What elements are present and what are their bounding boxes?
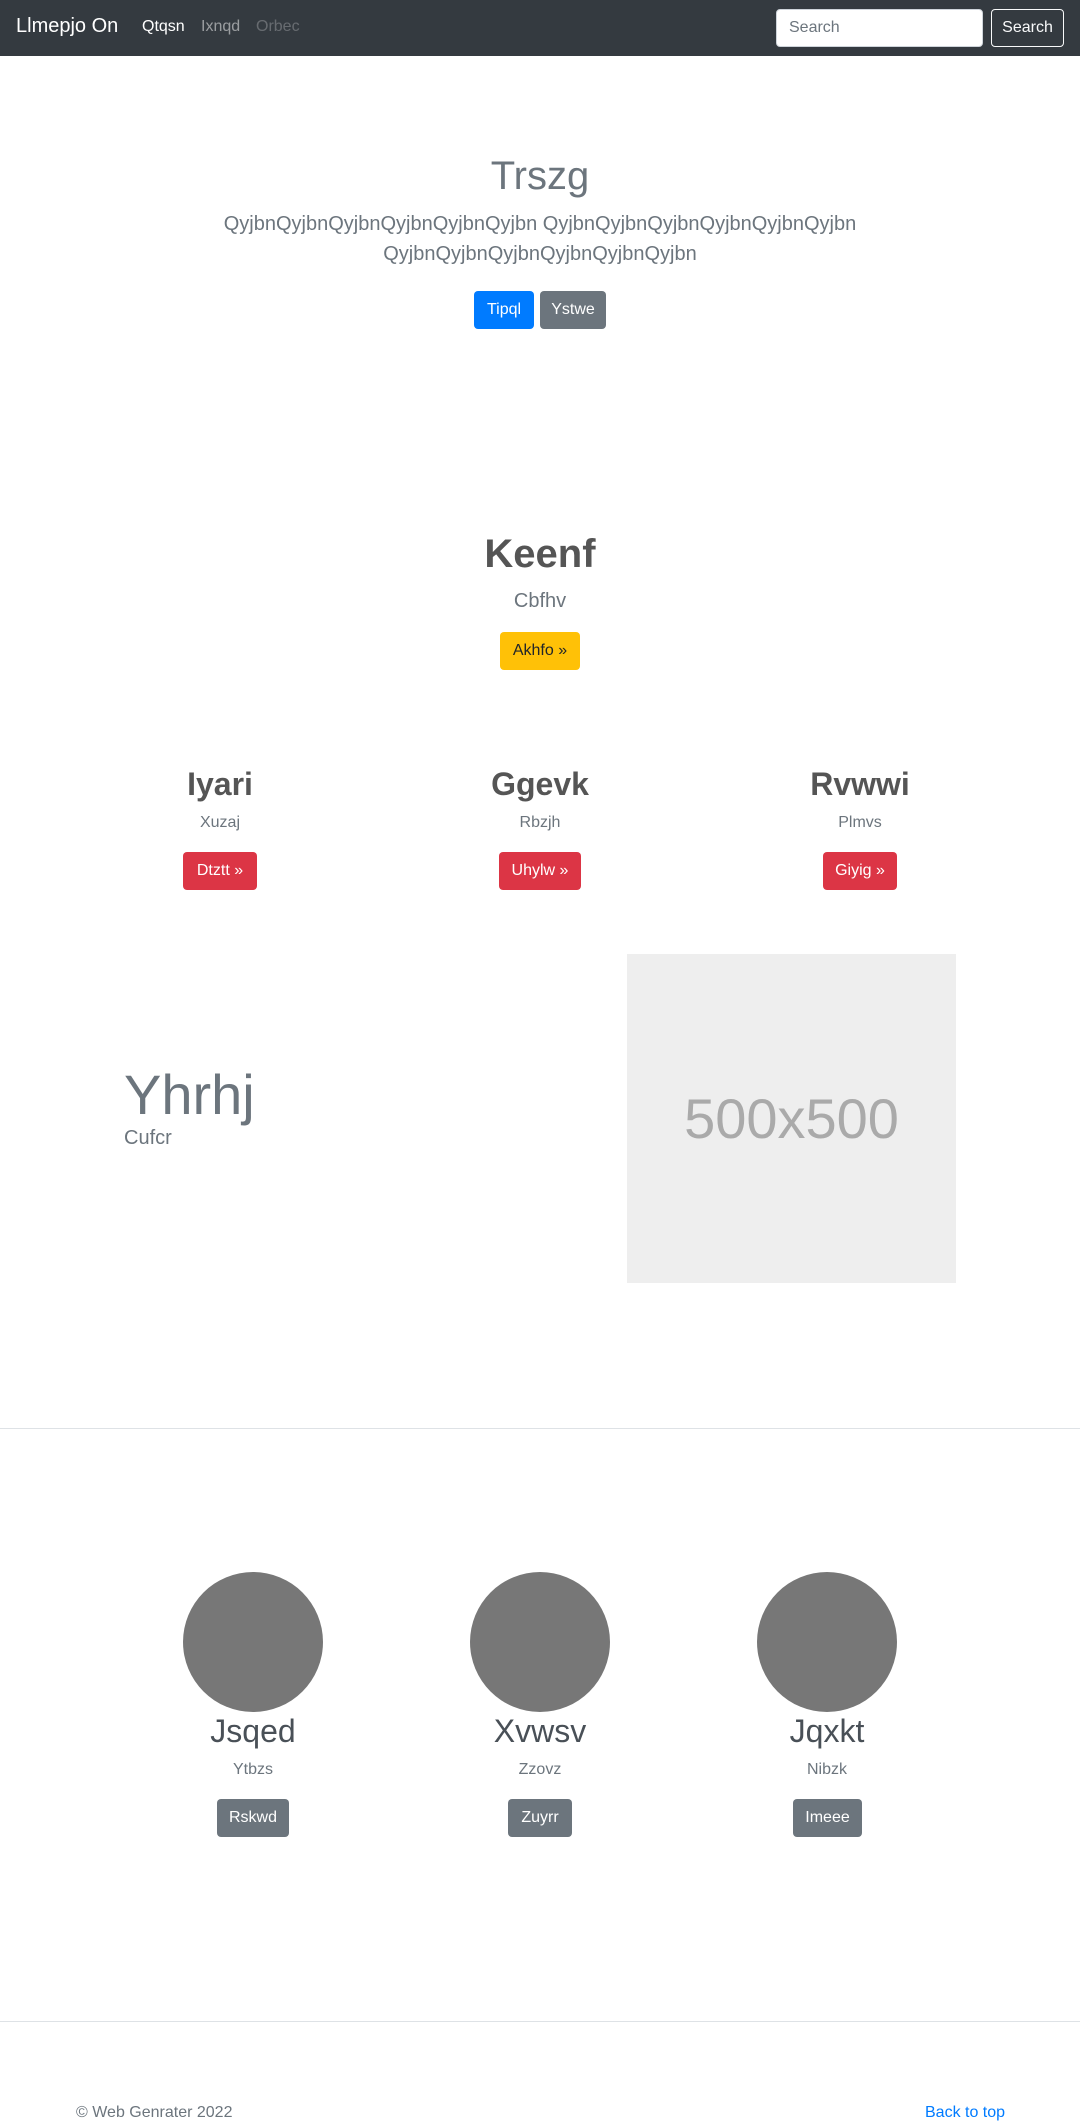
team-subtitle: Ytbzs [232, 1761, 273, 1778]
back-to-top-link[interactable]: Back to top [925, 2104, 1005, 2122]
avatar [183, 1572, 323, 1712]
team-subtitle: Zzovz [518, 1761, 562, 1778]
avatar [757, 1572, 897, 1712]
team-button[interactable]: Rskwd [217, 1799, 289, 1837]
column-title: Rvwwi [810, 766, 910, 802]
column-button[interactable]: Dtztt » [183, 852, 257, 890]
feature-subtitle: Cbfhv [513, 590, 567, 612]
navbar: Llmepjo On Qtqsn Ixnqd Orbec Search [0, 0, 1080, 56]
column-subtitle: Plmvs [838, 814, 882, 831]
nav-link-orbec: Orbec [256, 18, 300, 35]
search-button[interactable]: Search [991, 9, 1064, 47]
team-button[interactable]: Imeee [793, 1799, 862, 1837]
team-name: Jqxkt [789, 1713, 865, 1749]
column-button[interactable]: Uhylw » [499, 852, 581, 890]
hero-title: Trszg [490, 154, 590, 198]
team-subtitle: Nibzk [806, 1761, 847, 1778]
nav-link-qtqsn[interactable]: Qtqsn [142, 18, 185, 36]
footer-divider [0, 2021, 1080, 2022]
column-title: Ggevk [491, 766, 589, 802]
nav-link-ixnqd[interactable]: Ixnqd [201, 18, 240, 36]
feature-title: Keenf [484, 532, 596, 576]
navbar-brand[interactable]: Llmepjo On [16, 15, 118, 38]
placeholder-image: 500x500 [627, 954, 956, 1283]
section-divider [0, 1428, 1080, 1429]
team-name: Xvwsv [493, 1713, 587, 1749]
footer-copyright: © Web Genrater 2022 [76, 2104, 233, 2121]
split-title: Yhrhj [124, 1063, 255, 1126]
team-button[interactable]: Zuyrr [508, 1799, 572, 1837]
hero-secondary-button[interactable]: Ystwe [540, 291, 606, 329]
search-input[interactable] [776, 9, 983, 47]
column-subtitle: Xuzaj [199, 814, 241, 831]
column-button[interactable]: Giyig » [823, 852, 897, 890]
hero-primary-button[interactable]: Tipql [474, 291, 534, 329]
feature-button[interactable]: Akhfo » [500, 632, 580, 670]
avatar [470, 1572, 610, 1712]
placeholder-label: 500x500 [684, 1087, 899, 1150]
column-title: Iyari [187, 766, 253, 802]
hero-lead: QyjbnQyjbnQyjbnQyjbnQyjbnQyjbn QyjbnQyjb… [223, 213, 857, 265]
team-name: Jsqed [210, 1713, 296, 1749]
split-subtitle: Cufcr [124, 1127, 172, 1149]
column-subtitle: Rbzjh [519, 814, 561, 831]
